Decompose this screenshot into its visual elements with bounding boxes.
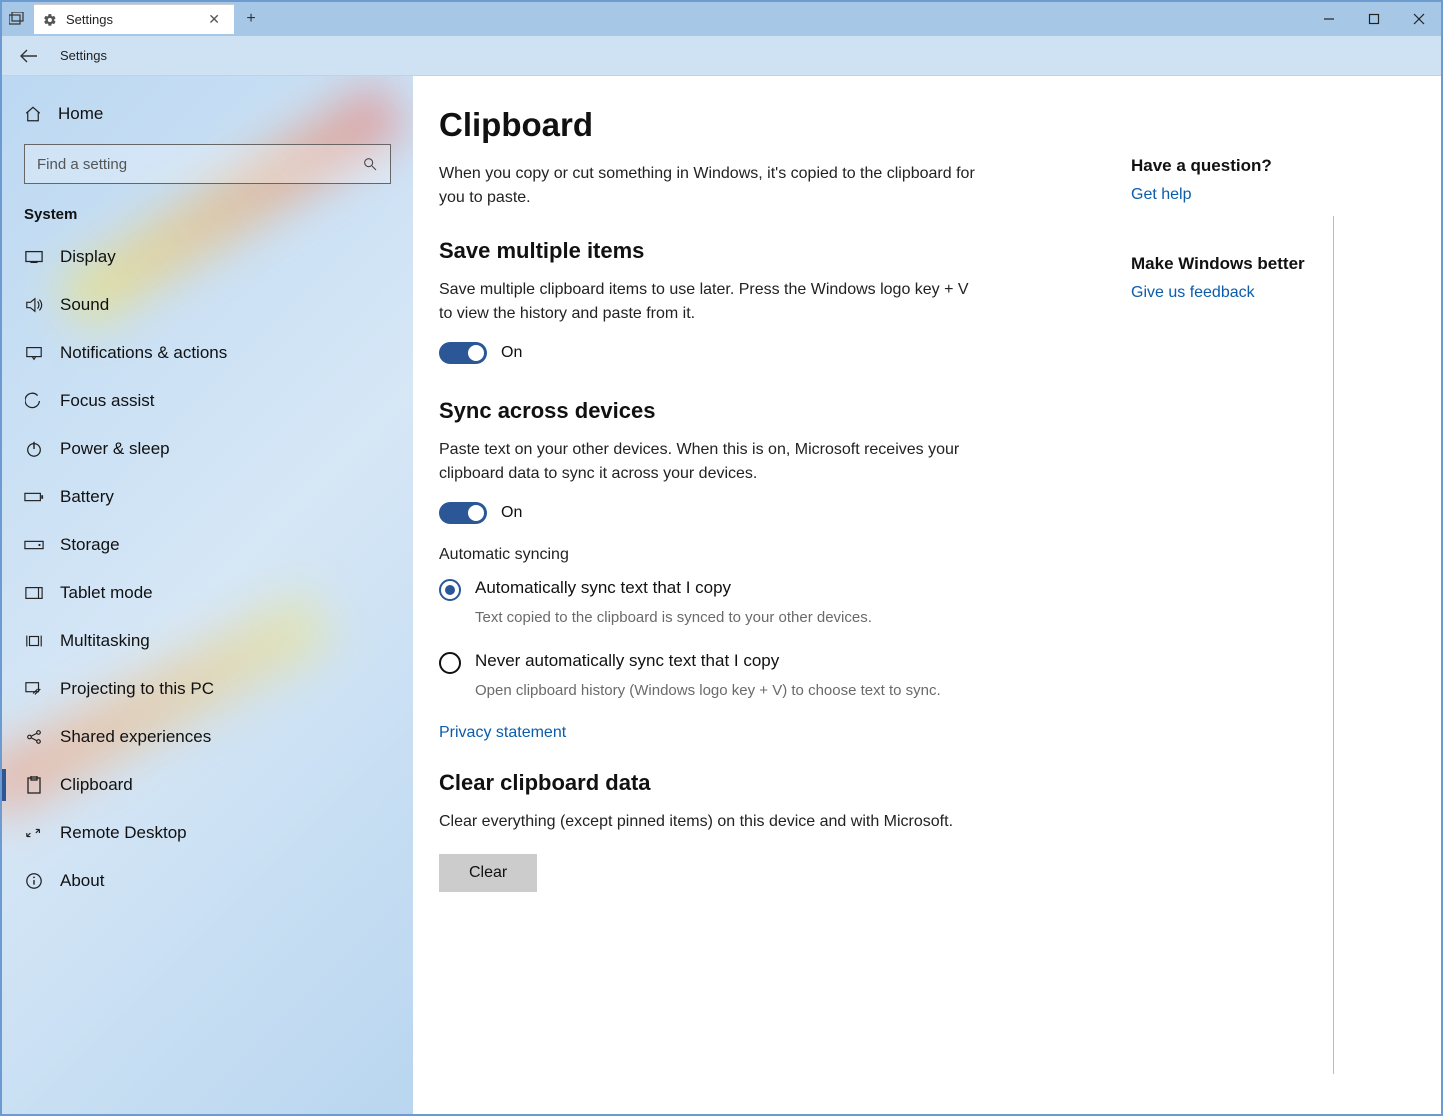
power-icon	[24, 440, 44, 458]
remote-desktop-icon	[24, 825, 44, 841]
sidebar-item-display[interactable]: Display	[2, 233, 413, 281]
multitasking-icon	[24, 633, 44, 649]
tab-settings[interactable]: Settings ✕	[34, 4, 234, 34]
autosync-label: Automatic syncing	[439, 546, 1093, 564]
radio-icon	[439, 652, 461, 674]
sidebar-item-notifications[interactable]: Notifications & actions	[2, 329, 413, 377]
clear-button[interactable]: Clear	[439, 854, 537, 892]
maximize-button[interactable]	[1351, 2, 1396, 36]
task-view-icon[interactable]	[2, 12, 32, 26]
display-icon	[24, 250, 44, 264]
clipboard-icon	[24, 776, 44, 794]
window: Settings ✕ + Settings Home	[0, 0, 1443, 1116]
battery-icon	[24, 491, 44, 503]
sidebar-item-storage[interactable]: Storage	[2, 521, 413, 569]
search-input[interactable]	[24, 144, 391, 184]
radio-never-sync-label: Never automatically sync text that I cop…	[475, 651, 779, 674]
shared-icon	[24, 728, 44, 746]
sidebar-section: System	[2, 202, 413, 233]
search-icon	[362, 156, 378, 172]
minimize-button[interactable]	[1306, 2, 1351, 36]
sync-toggle-state: On	[501, 504, 522, 522]
radio-never-sync-sub: Open clipboard history (Windows logo key…	[475, 680, 995, 702]
sidebar-item-tablet-mode[interactable]: Tablet mode	[2, 569, 413, 617]
sidebar-item-power-sleep[interactable]: Power & sleep	[2, 425, 413, 473]
about-icon	[24, 872, 44, 890]
privacy-link[interactable]: Privacy statement	[439, 724, 566, 742]
projecting-icon	[24, 681, 44, 697]
nav-title: Settings	[60, 48, 107, 63]
clear-heading: Clear clipboard data	[439, 770, 1093, 796]
sidebar-home-label: Home	[58, 104, 103, 124]
tab-close-icon[interactable]: ✕	[204, 11, 224, 28]
sidebar-item-projecting[interactable]: Projecting to this PC	[2, 665, 413, 713]
page-title: Clipboard	[439, 106, 1093, 144]
titlebar: Settings ✕ +	[2, 2, 1441, 36]
right-pane: Have a question? Get help Make Windows b…	[1131, 156, 1401, 352]
radio-never-sync[interactable]: Never automatically sync text that I cop…	[439, 651, 1093, 674]
navbar: Settings	[2, 36, 1441, 76]
body: Home System Display Sound Notifications …	[2, 76, 1441, 1114]
sidebar-item-shared-experiences[interactable]: Shared experiences	[2, 713, 413, 761]
radio-icon	[439, 579, 461, 601]
focus-assist-icon	[24, 392, 44, 410]
sidebar-item-focus-assist[interactable]: Focus assist	[2, 377, 413, 425]
sidebar: Home System Display Sound Notifications …	[2, 76, 413, 1114]
search-field[interactable]	[37, 156, 362, 173]
sidebar-item-remote-desktop[interactable]: Remote Desktop	[2, 809, 413, 857]
sound-icon	[24, 297, 44, 313]
close-button[interactable]	[1396, 2, 1441, 36]
tablet-icon	[24, 586, 44, 600]
feedback-link[interactable]: Give us feedback	[1131, 284, 1401, 302]
radio-auto-sync-label: Automatically sync text that I copy	[475, 578, 731, 601]
radio-auto-sync-sub: Text copied to the clipboard is synced t…	[475, 607, 995, 629]
sidebar-home[interactable]: Home	[2, 92, 413, 136]
save-desc: Save multiple clipboard items to use lat…	[439, 278, 979, 326]
radio-auto-sync[interactable]: Automatically sync text that I copy	[439, 578, 1093, 601]
notifications-icon	[24, 345, 44, 361]
back-button[interactable]	[20, 49, 38, 63]
sidebar-item-clipboard[interactable]: Clipboard	[2, 761, 413, 809]
sidebar-item-about[interactable]: About	[2, 857, 413, 905]
question-heading: Have a question?	[1131, 156, 1401, 176]
storage-icon	[24, 540, 44, 550]
save-toggle-state: On	[501, 344, 522, 362]
window-controls	[1306, 2, 1441, 36]
sidebar-item-sound[interactable]: Sound	[2, 281, 413, 329]
new-tab-button[interactable]: +	[234, 10, 268, 28]
gear-icon	[42, 12, 58, 28]
sync-toggle[interactable]	[439, 502, 487, 524]
content: Clipboard When you copy or cut something…	[413, 76, 1093, 1114]
main: Clipboard When you copy or cut something…	[413, 76, 1441, 1114]
home-icon	[24, 105, 42, 123]
get-help-link[interactable]: Get help	[1131, 186, 1401, 204]
feedback-heading: Make Windows better	[1131, 254, 1401, 274]
sidebar-item-multitasking[interactable]: Multitasking	[2, 617, 413, 665]
sync-desc: Paste text on your other devices. When t…	[439, 438, 979, 486]
intro-text: When you copy or cut something in Window…	[439, 162, 979, 210]
sync-heading: Sync across devices	[439, 398, 1093, 424]
save-toggle[interactable]	[439, 342, 487, 364]
clear-desc: Clear everything (except pinned items) o…	[439, 810, 979, 834]
sidebar-item-battery[interactable]: Battery	[2, 473, 413, 521]
save-heading: Save multiple items	[439, 238, 1093, 264]
tab-title: Settings	[66, 12, 113, 27]
